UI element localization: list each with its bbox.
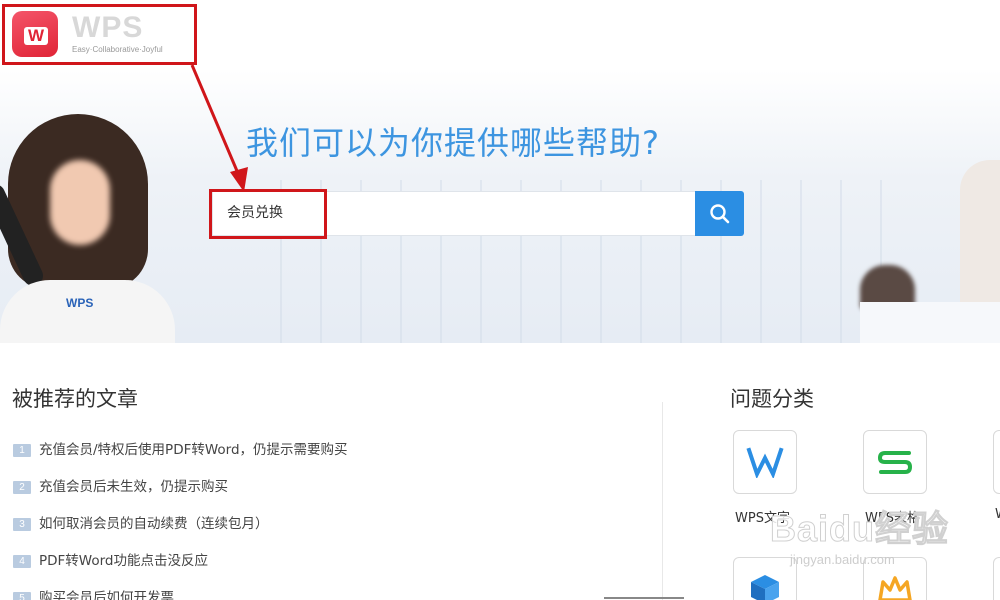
list-item[interactable]: 3 如何取消会员的自动续费（连续包月） bbox=[13, 514, 653, 551]
article-link[interactable]: 充值会员后未生效，仍提示购买 bbox=[39, 477, 228, 497]
list-item[interactable]: 1 充值会员/特权后使用PDF转Word，仍提示需要购买 bbox=[13, 440, 653, 477]
category-wps-spreadsheet[interactable] bbox=[863, 430, 927, 494]
wps-spreadsheet-icon bbox=[877, 451, 913, 474]
category-partial[interactable] bbox=[993, 430, 1000, 494]
baidu-watermark: Baidu经验 bbox=[769, 508, 950, 550]
list-item[interactable]: 2 充值会员后未生效，仍提示购买 bbox=[13, 477, 653, 514]
article-number: 4 bbox=[13, 555, 31, 568]
hero-banner: WPS 我们可以为你提供哪些帮助? bbox=[0, 70, 1000, 343]
article-link[interactable]: 如何取消会员的自动续费（连续包月） bbox=[39, 514, 269, 534]
search-button[interactable] bbox=[695, 191, 744, 236]
crown-icon bbox=[878, 576, 912, 600]
search-box bbox=[212, 191, 696, 236]
article-list: 1 充值会员/特权后使用PDF转Word，仍提示需要购买 2 充值会员后未生效，… bbox=[13, 440, 653, 600]
search-icon bbox=[709, 203, 729, 223]
categories-title: 问题分类 bbox=[730, 387, 814, 411]
cube-icon bbox=[751, 575, 779, 600]
column-divider bbox=[662, 402, 663, 600]
category-label-partial: W bbox=[995, 507, 1000, 522]
shirt-logo: WPS bbox=[66, 296, 94, 310]
category-wps-writer[interactable] bbox=[733, 430, 797, 494]
list-item[interactable]: 5 购买会员后如何开发票 bbox=[13, 588, 653, 600]
recommended-articles-title: 被推荐的文章 bbox=[12, 387, 138, 411]
article-number: 5 bbox=[13, 592, 31, 600]
wps-writer-icon bbox=[746, 447, 784, 478]
search-input[interactable] bbox=[227, 192, 687, 235]
scroll-indicator bbox=[604, 597, 684, 599]
article-link[interactable]: 购买会员后如何开发票 bbox=[39, 588, 174, 600]
article-number: 2 bbox=[13, 481, 31, 494]
support-agent-image: WPS bbox=[0, 110, 175, 343]
article-number: 1 bbox=[13, 444, 31, 457]
category-cube[interactable] bbox=[733, 557, 797, 600]
article-link[interactable]: 充值会员/特权后使用PDF转Word，仍提示需要购买 bbox=[39, 440, 348, 460]
baidu-watermark-url: jingyan.baidu.com bbox=[790, 552, 895, 567]
article-number: 3 bbox=[13, 518, 31, 531]
list-item[interactable]: 4 PDF转Word功能点击没反应 bbox=[13, 551, 653, 588]
hero-title: 我们可以为你提供哪些帮助? bbox=[246, 124, 660, 162]
logo-annotation-box bbox=[2, 4, 197, 65]
article-link[interactable]: PDF转Word功能点击没反应 bbox=[39, 551, 208, 571]
category-partial-2[interactable] bbox=[993, 557, 1000, 600]
